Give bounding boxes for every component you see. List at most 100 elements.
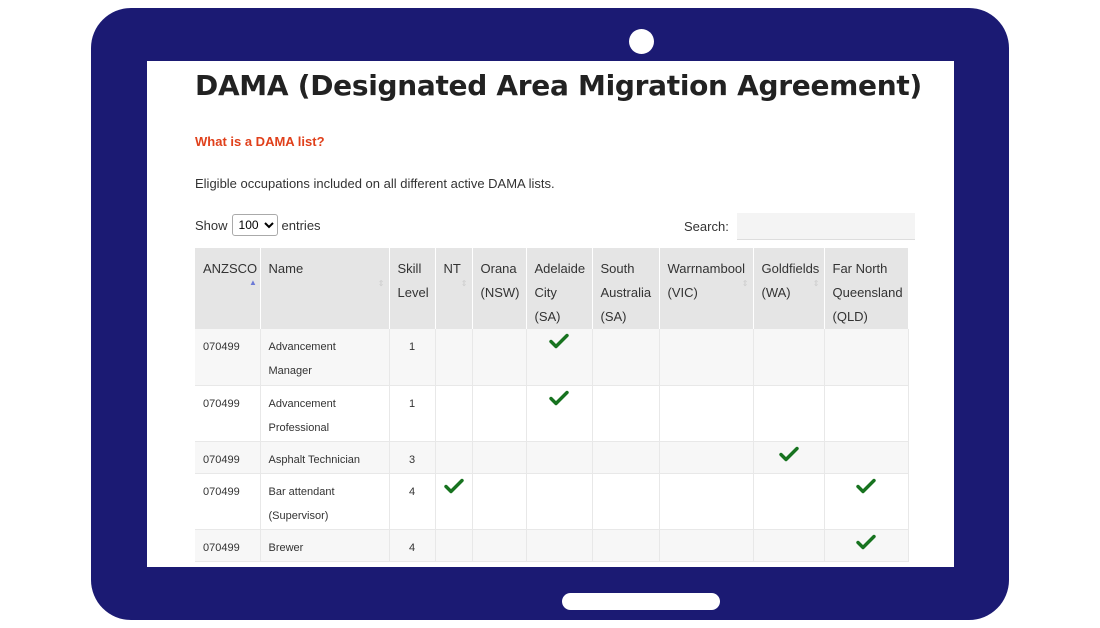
cell-region xyxy=(472,441,527,474)
cell-skill-level: 1 xyxy=(389,329,436,386)
table-row: 070499 Bar attendant (Supervisor) 4 xyxy=(195,473,909,530)
cell-region xyxy=(472,329,527,386)
page-title: DAMA (Designated Area Migration Agreemen… xyxy=(195,69,922,102)
sort-arrows-icon: ⇕ xyxy=(460,279,468,288)
cell-region xyxy=(435,529,473,562)
col-far-north-queensland[interactable]: Far North Queensland (QLD) xyxy=(824,248,909,329)
cell-region xyxy=(824,329,909,386)
cell-anzsco: 070499 xyxy=(195,473,261,530)
cell-region xyxy=(659,473,754,530)
search-input[interactable] xyxy=(736,213,915,240)
checkmark-icon xyxy=(778,446,799,465)
camera-dot xyxy=(629,29,654,54)
sort-ascending-icon: ▲ xyxy=(249,278,257,287)
occupations-table: ANZSCO ▲ Name ⇕ Skill Level NT ⇕ Orana (… xyxy=(195,248,909,562)
cell-name: Advancement Manager xyxy=(260,329,390,386)
cell-name: Asphalt Technician xyxy=(260,441,390,474)
cell-name: Bar attendant (Supervisor) xyxy=(260,473,390,530)
table-row: 070499 Brewer 4 xyxy=(195,529,909,562)
cell-region xyxy=(753,385,825,442)
cell-name: Brewer xyxy=(260,529,390,562)
cell-region xyxy=(472,385,527,442)
search-control: Search: xyxy=(684,213,915,240)
cell-region xyxy=(592,529,660,562)
cell-region xyxy=(753,473,825,530)
entries-select[interactable]: 100 xyxy=(231,214,278,236)
col-south-australia-label: South Australia (SA) xyxy=(600,261,652,324)
cell-region xyxy=(526,329,593,386)
sort-arrows-icon: ⇕ xyxy=(812,279,820,288)
col-skill-level-label: Skill Level xyxy=(397,261,429,300)
col-skill-level[interactable]: Skill Level xyxy=(389,248,436,329)
table-row: 070499 Asphalt Technician 3 xyxy=(195,441,909,474)
col-adelaide-city[interactable]: Adelaide City (SA) xyxy=(526,248,593,329)
col-orana[interactable]: Orana (NSW) xyxy=(472,248,527,329)
cell-region xyxy=(526,385,593,442)
sort-arrows-icon: ⇕ xyxy=(741,279,749,288)
cell-region xyxy=(659,529,754,562)
cell-region xyxy=(659,385,754,442)
cell-anzsco: 070499 xyxy=(195,329,261,386)
cell-region xyxy=(824,473,909,530)
col-adelaide-city-label: Adelaide City (SA) xyxy=(534,261,586,324)
cell-anzsco: 070499 xyxy=(195,441,261,474)
cell-region xyxy=(592,329,660,386)
search-label: Search: xyxy=(684,219,729,234)
cell-anzsco: 070499 xyxy=(195,385,261,442)
checkmark-icon xyxy=(856,534,876,553)
table-row: 070499 Advancement Professional 1 xyxy=(195,385,909,442)
cell-anzsco: 070499 xyxy=(195,529,261,562)
cell-name: Advancement Professional xyxy=(260,385,390,442)
sort-arrows-icon: ⇕ xyxy=(377,279,385,288)
cell-region xyxy=(824,385,909,442)
cell-skill-level: 3 xyxy=(389,441,436,474)
cell-skill-level: 4 xyxy=(389,529,436,562)
cell-region xyxy=(753,529,825,562)
cell-region xyxy=(659,329,754,386)
cell-region xyxy=(824,529,909,562)
cell-region xyxy=(659,441,754,474)
intro-text: Eligible occupations included on all dif… xyxy=(195,176,555,191)
cell-region xyxy=(753,441,825,474)
cell-region xyxy=(592,441,660,474)
cell-region xyxy=(753,329,825,386)
col-nt[interactable]: NT ⇕ xyxy=(435,248,473,329)
col-warrnambool[interactable]: Warrnambool (VIC) ⇕ xyxy=(659,248,754,329)
cell-region xyxy=(526,529,593,562)
col-south-australia[interactable]: South Australia (SA) xyxy=(592,248,660,329)
cell-region xyxy=(435,473,473,530)
col-far-north-queensland-label: Far North Queensland (QLD) xyxy=(832,261,903,324)
col-anzsco[interactable]: ANZSCO ▲ xyxy=(195,248,261,329)
cell-region xyxy=(435,329,473,386)
cell-region xyxy=(472,473,527,530)
cell-skill-level: 1 xyxy=(389,385,436,442)
col-name[interactable]: Name ⇕ xyxy=(260,248,390,329)
checkmark-icon xyxy=(549,390,569,409)
show-label: Show xyxy=(195,217,228,233)
cell-region xyxy=(824,441,909,474)
cell-region xyxy=(472,529,527,562)
checkmark-icon xyxy=(443,478,464,497)
col-orana-label: Orana (NSW) xyxy=(480,261,520,300)
screen: DAMA (Designated Area Migration Agreemen… xyxy=(147,61,954,567)
checkmark-icon xyxy=(856,478,876,497)
table-body: 070499 Advancement Manager 1 070499 Advancem… xyxy=(195,329,909,562)
entries-length-control: Show 100 entries xyxy=(195,214,321,236)
home-bar xyxy=(562,593,720,610)
cell-region xyxy=(435,385,473,442)
table-row: 070499 Advancement Manager 1 xyxy=(195,329,909,386)
table-header-row: ANZSCO ▲ Name ⇕ Skill Level NT ⇕ Orana (… xyxy=(195,248,909,329)
cell-region xyxy=(526,441,593,474)
cell-region xyxy=(592,473,660,530)
cell-region xyxy=(435,441,473,474)
col-anzsco-label: ANZSCO xyxy=(203,261,258,276)
checkmark-icon xyxy=(549,333,569,352)
col-nt-label: NT xyxy=(443,261,461,276)
what-is-dama-link[interactable]: What is a DAMA list? xyxy=(195,134,325,149)
entries-label: entries xyxy=(281,217,321,233)
col-warrnambool-label: Warrnambool (VIC) xyxy=(667,261,746,300)
cell-skill-level: 4 xyxy=(389,473,436,530)
col-goldfields[interactable]: Goldfields (WA) ⇕ xyxy=(753,248,825,329)
col-goldfields-label: Goldfields (WA) xyxy=(761,261,820,300)
col-name-label: Name xyxy=(268,261,304,276)
